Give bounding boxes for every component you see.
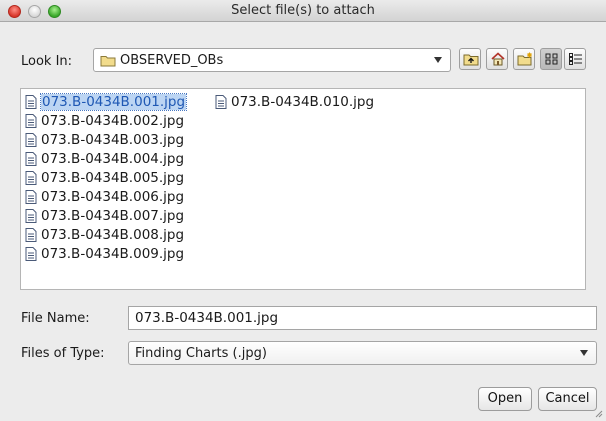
- details-view-icon: [569, 53, 582, 65]
- file-item[interactable]: 073.B-0434B.002.jpg: [25, 112, 184, 130]
- file-name: 073.B-0434B.001.jpg: [39, 93, 188, 111]
- document-icon: [25, 95, 37, 109]
- folder-icon: [100, 56, 116, 67]
- cancel-button[interactable]: Cancel: [538, 387, 597, 411]
- up-folder-icon: [463, 54, 479, 66]
- file-name: 073.B-0434B.002.jpg: [41, 113, 185, 129]
- window-title: Select file(s) to attach: [231, 3, 375, 18]
- file-name: 073.B-0434B.010.jpg: [231, 94, 375, 110]
- file-item[interactable]: 073.B-0434B.003.jpg: [25, 131, 184, 149]
- document-icon: [25, 171, 37, 185]
- file-item[interactable]: 073.B-0434B.010.jpg: [215, 93, 374, 111]
- file-item[interactable]: 073.B-0434B.004.jpg: [25, 150, 184, 168]
- file-type-value: Finding Charts (.jpg): [135, 346, 267, 361]
- title-bar[interactable]: Select file(s) to attach: [0, 0, 606, 22]
- file-name: 073.B-0434B.008.jpg: [41, 227, 185, 243]
- document-icon: [25, 152, 37, 166]
- up-folder-button[interactable]: [459, 48, 481, 70]
- chevron-down-icon: [580, 350, 588, 356]
- chevron-down-icon: [434, 57, 442, 63]
- file-type-dropdown[interactable]: Finding Charts (.jpg): [128, 341, 597, 365]
- file-item[interactable]: 073.B-0434B.001.jpg: [25, 93, 188, 111]
- document-icon: [25, 190, 37, 204]
- home-icon: [491, 52, 505, 66]
- file-list[interactable]: 073.B-0434B.001.jpg 073.B-0434B.002.jpg …: [20, 88, 586, 290]
- open-button[interactable]: Open: [478, 387, 532, 411]
- new-folder-button[interactable]: [513, 48, 535, 70]
- document-icon: [25, 114, 37, 128]
- new-folder-icon: [517, 52, 532, 66]
- document-icon: [25, 247, 37, 261]
- document-icon: [25, 209, 37, 223]
- file-name: 073.B-0434B.006.jpg: [41, 189, 185, 205]
- look-in-dropdown[interactable]: OBSERVED_OBs: [93, 48, 451, 72]
- document-icon: [25, 133, 37, 147]
- home-button[interactable]: [486, 48, 508, 70]
- file-type-label: Files of Type:: [21, 346, 105, 361]
- file-name-label: File Name:: [21, 311, 90, 326]
- document-icon: [215, 95, 227, 109]
- file-item[interactable]: 073.B-0434B.009.jpg: [25, 245, 184, 263]
- resize-grip-icon[interactable]: [593, 408, 603, 418]
- file-item[interactable]: 073.B-0434B.005.jpg: [25, 169, 184, 187]
- file-name-value: 073.B-0434B.001.jpg: [135, 310, 279, 326]
- look-in-value: OBSERVED_OBs: [120, 53, 224, 68]
- document-icon: [25, 228, 37, 242]
- list-view-button[interactable]: [540, 48, 562, 70]
- file-name: 073.B-0434B.007.jpg: [41, 208, 185, 224]
- file-name: 073.B-0434B.003.jpg: [41, 132, 185, 148]
- file-name: 073.B-0434B.009.jpg: [41, 246, 185, 262]
- file-item[interactable]: 073.B-0434B.007.jpg: [25, 207, 184, 225]
- file-name: 073.B-0434B.005.jpg: [41, 170, 185, 186]
- details-view-button[interactable]: [564, 48, 586, 70]
- look-in-label: Look In:: [21, 54, 73, 69]
- file-item[interactable]: 073.B-0434B.008.jpg: [25, 226, 184, 244]
- file-name: 073.B-0434B.004.jpg: [41, 151, 185, 167]
- file-item[interactable]: 073.B-0434B.006.jpg: [25, 188, 184, 206]
- file-name-input[interactable]: 073.B-0434B.001.jpg: [128, 306, 597, 330]
- list-view-icon: [545, 53, 558, 65]
